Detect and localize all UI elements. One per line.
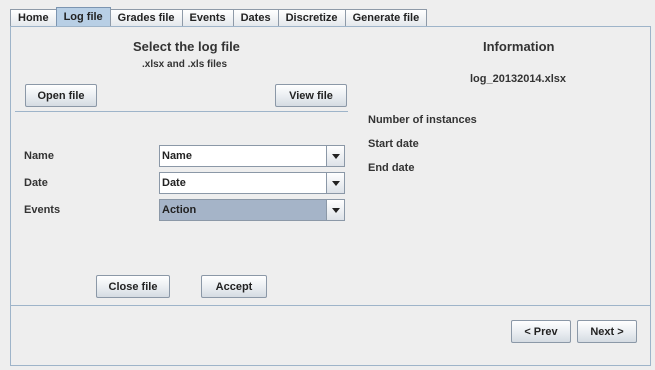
select-log-title: Select the log file xyxy=(133,39,240,54)
date-select-value: Date xyxy=(162,177,186,189)
events-column-select[interactable]: Action xyxy=(159,199,345,221)
number-of-instances-label: Number of instances xyxy=(368,114,477,126)
chevron-down-icon[interactable] xyxy=(326,200,344,220)
tab-events[interactable]: Events xyxy=(181,9,234,26)
accept-button[interactable]: Accept xyxy=(201,275,267,298)
name-label: Name xyxy=(24,150,54,162)
tab-home[interactable]: Home xyxy=(10,9,57,26)
left-separator xyxy=(15,111,348,112)
date-label: Date xyxy=(24,177,48,189)
events-label: Events xyxy=(24,204,61,216)
date-column-select[interactable]: Date xyxy=(159,172,345,194)
tab-generate-file[interactable]: Generate file xyxy=(344,9,428,26)
tab-strip: Home Log file Grades file Events Dates D… xyxy=(10,7,428,26)
name-select-value: Name xyxy=(162,150,192,162)
prev-button[interactable]: < Prev xyxy=(511,320,571,343)
tab-dates[interactable]: Dates xyxy=(232,9,279,26)
tab-discretize[interactable]: Discretize xyxy=(277,9,346,26)
file-types-hint: .xlsx and .xls files xyxy=(142,59,228,70)
open-file-button[interactable]: Open file xyxy=(25,84,97,107)
information-title: Information xyxy=(483,39,555,54)
tab-grades-file[interactable]: Grades file xyxy=(109,9,183,26)
events-select-value: Action xyxy=(160,200,326,220)
log-file-panel: Select the log file .xlsx and .xls files… xyxy=(10,26,651,366)
loaded-filename: log_20132014.xlsx xyxy=(470,73,567,85)
view-file-button[interactable]: View file xyxy=(275,84,347,107)
end-date-label: End date xyxy=(368,162,415,174)
start-date-label: Start date xyxy=(368,138,419,150)
close-file-button[interactable]: Close file xyxy=(96,275,170,298)
chevron-down-icon[interactable] xyxy=(326,173,344,193)
tab-log-file[interactable]: Log file xyxy=(55,7,111,26)
next-button[interactable]: Next > xyxy=(577,320,637,343)
chevron-down-icon[interactable] xyxy=(326,146,344,166)
name-column-select[interactable]: Name xyxy=(159,145,345,167)
bottom-separator xyxy=(11,305,650,306)
